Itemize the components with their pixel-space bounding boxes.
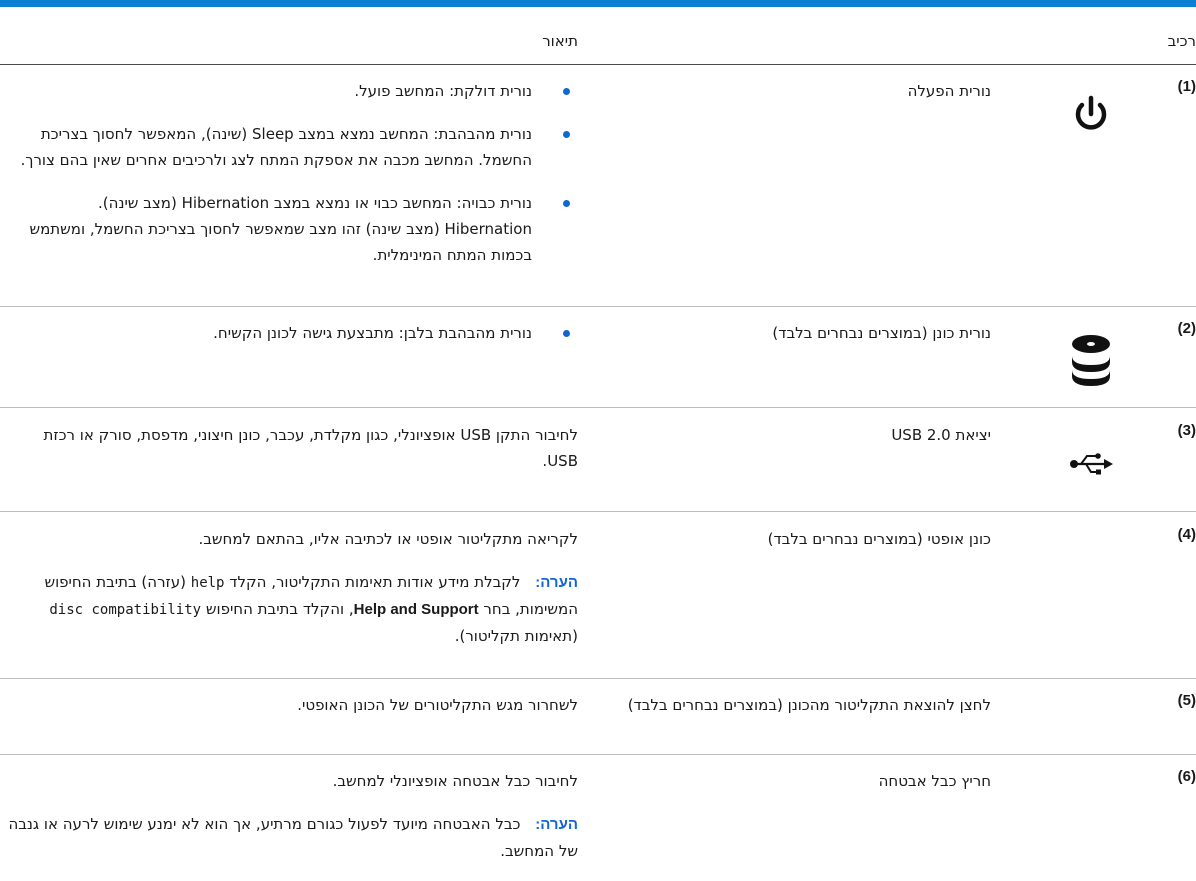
note: הערה: כבל האבטחה מיועד לפעול כגורם מרתיע… [6, 811, 578, 864]
note-text: , והקלד בתיבת החיפוש [205, 600, 354, 618]
list-item: נורית דולקת: המחשב פועל. [6, 78, 578, 104]
list-item: נורית מהבהבת בלבן: מתבצעת גישה לכונן הקש… [6, 320, 578, 346]
component-name: כונן אופטי (במוצרים נבחרים בלבד) [767, 530, 991, 548]
row-number: (6) [1177, 768, 1196, 785]
row-divider [0, 407, 1196, 408]
power-icon [1061, 84, 1121, 144]
description: נורית דולקת: המחשב פועל. נורית מהבהבת: ה… [6, 78, 578, 285]
description: נורית מהבהבת בלבן: מתבצעת גישה לכונן הקש… [6, 320, 578, 363]
header-divider [0, 64, 1196, 65]
drive-icon [1061, 330, 1121, 390]
description-text: לקריאה מתקליטור אופטי או לכתיבה אליו, בה… [198, 530, 578, 548]
column-header-component: רכיב [1167, 32, 1196, 50]
component-name: לחצן להוצאת התקליטור מהכונן (במוצרים נבח… [627, 696, 991, 714]
row-divider [0, 306, 1196, 307]
list-item: נורית מהבהבת: המחשב נמצא במצב Sleep (שינ… [6, 121, 578, 173]
description-text: לשחרור מגש התקליטורים של הכונן האופטי. [297, 696, 578, 714]
row-number: (3) [1177, 422, 1196, 439]
description: לשחרור מגש התקליטורים של הכונן האופטי. [6, 692, 578, 735]
top-accent-bar [0, 0, 1196, 7]
row-number: (2) [1177, 320, 1196, 337]
description: לחיבור כבל אבטחה אופציונלי למחשב. הערה: … [6, 768, 578, 881]
row-number: (5) [1177, 692, 1196, 709]
component-name: יציאת USB 2.0 [891, 426, 991, 444]
note-text: (תאימות תקליטור). [454, 627, 578, 645]
note-text: לקבלת מידע אודות תאימות התקליטור, הקלד [229, 573, 521, 591]
description: לקריאה מתקליטור אופטי או לכתיבה אליו, בה… [6, 526, 578, 666]
note-bold-term: Help and Support [353, 601, 479, 618]
column-header-description: תיאור [542, 32, 578, 50]
note: הערה: לקבלת מידע אודות תאימות התקליטור, … [6, 569, 578, 649]
note-label: הערה: [535, 816, 578, 833]
row-divider [0, 678, 1196, 679]
row-number: (1) [1177, 78, 1196, 95]
note-text: כבל האבטחה מיועד לפעול כגורם מרתיע, אך ה… [8, 815, 578, 860]
component-name: נורית הפעלה [907, 82, 991, 100]
component-name: חריץ כבל אבטחה [878, 772, 991, 790]
row-number: (4) [1177, 526, 1196, 543]
description-text: לחיבור כבל אבטחה אופציונלי למחשב. [332, 772, 578, 790]
component-name: נורית כונן (במוצרים נבחרים בלבד) [772, 324, 991, 342]
code-keyword: help [190, 575, 225, 591]
description: לחיבור התקן USB אופציונלי, כגון מקלדת, ע… [6, 422, 578, 491]
code-keyword: disc compatibility [49, 602, 202, 618]
row-divider [0, 754, 1196, 755]
description-text: לחיבור התקן USB אופציונלי, כגון מקלדת, ע… [43, 426, 578, 470]
list-item: נורית כבויה: המחשב כבוי או נמצא במצב Hib… [6, 190, 578, 268]
usb-icon [1061, 434, 1121, 494]
row-divider [0, 511, 1196, 512]
note-label: הערה: [535, 574, 578, 591]
